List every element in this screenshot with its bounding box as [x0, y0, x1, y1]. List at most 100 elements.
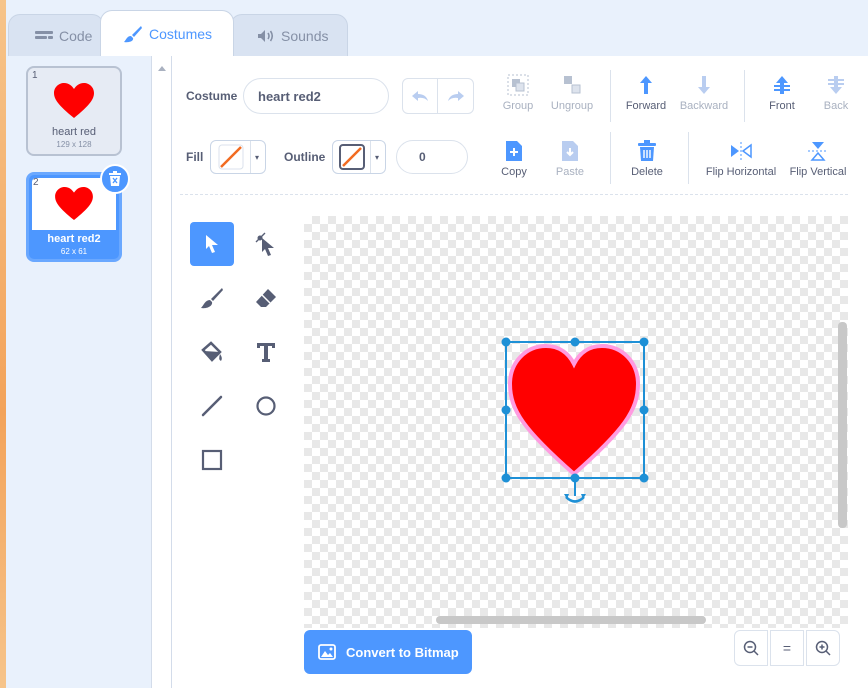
- rectangle-tool[interactable]: [190, 438, 234, 482]
- undo-redo-group: [402, 78, 474, 114]
- redo-icon: [447, 91, 464, 101]
- canvas-horizontal-scrollbar[interactable]: [436, 616, 706, 624]
- costume-name-label: Costume: [186, 89, 238, 103]
- divider: [610, 70, 611, 122]
- costume-name: heart red: [51, 126, 97, 138]
- outline-label: Outline: [284, 150, 326, 164]
- brush-tool[interactable]: [190, 276, 234, 320]
- zoom-out-icon: [743, 640, 759, 656]
- divider: [744, 70, 745, 122]
- tab-code-label: Code: [59, 27, 93, 44]
- brush-icon: [123, 24, 143, 44]
- costume-list-scrollbar[interactable]: [152, 56, 172, 688]
- rotate-handle-icon: [564, 478, 586, 503]
- forward-icon: [640, 76, 652, 94]
- canvas-content: [501, 337, 649, 503]
- selection-handle: [639, 473, 649, 483]
- costume-name-value: heart red2: [258, 88, 321, 104]
- back-button[interactable]: Back: [818, 74, 854, 112]
- forward-button[interactable]: Forward: [622, 74, 670, 112]
- chevron-down-icon: ▾: [374, 152, 379, 162]
- flip-vertical-icon: [808, 142, 828, 161]
- backward-button[interactable]: Backward: [678, 74, 730, 112]
- line-tool[interactable]: [190, 384, 234, 428]
- backward-icon: [698, 76, 710, 94]
- arrow-pointer-icon: [206, 235, 218, 253]
- trash-icon: [638, 140, 656, 161]
- back-label: Back: [823, 100, 849, 112]
- canvas-vertical-scrollbar[interactable]: [838, 322, 847, 528]
- outline-color-picker[interactable]: ▾: [332, 140, 386, 174]
- selection-handle: [570, 337, 580, 347]
- paste-button[interactable]: Paste: [550, 140, 590, 178]
- convert-to-bitmap-button[interactable]: Convert to Bitmap: [304, 630, 472, 674]
- delete-costume-button[interactable]: [100, 164, 130, 194]
- redo-button[interactable]: [438, 79, 473, 113]
- selection-handle: [501, 337, 511, 347]
- group-button[interactable]: Group: [500, 74, 536, 112]
- text-tool[interactable]: [244, 330, 288, 374]
- tab-sounds[interactable]: Sounds: [230, 14, 348, 56]
- eraser-icon: [256, 289, 276, 307]
- toolbar-divider: [180, 194, 848, 195]
- outline-width-input[interactable]: 0: [396, 140, 468, 174]
- tab-costumes[interactable]: Costumes: [100, 10, 234, 56]
- costume-size: 62 x 61: [60, 247, 88, 256]
- brush-icon: [201, 288, 223, 309]
- tab-sounds-label: Sounds: [281, 27, 329, 44]
- rectangle-icon: [201, 449, 223, 471]
- ungroup-button[interactable]: Ungroup: [548, 74, 596, 112]
- ungroup-label: Ungroup: [550, 100, 594, 112]
- fill-label: Fill: [186, 150, 204, 164]
- select-tool[interactable]: [190, 222, 234, 266]
- drawing-canvas[interactable]: [304, 216, 848, 628]
- paste-icon: [562, 141, 578, 161]
- zoom-in-button[interactable]: [806, 630, 840, 666]
- tab-code[interactable]: Code: [8, 14, 104, 56]
- flip-horizontal-label: Flip Horizontal: [705, 166, 777, 178]
- eraser-tool[interactable]: [244, 276, 288, 320]
- costume-name: heart red2: [47, 233, 101, 245]
- costume-name-input[interactable]: heart red2: [243, 78, 389, 114]
- paste-label: Paste: [555, 166, 585, 178]
- zoom-out-button[interactable]: [734, 630, 768, 666]
- copy-icon: [506, 141, 522, 161]
- copy-button[interactable]: Copy: [496, 140, 532, 178]
- outline-width-value: 0: [419, 150, 426, 164]
- reshape-icon: [255, 232, 274, 256]
- flip-horizontal-button[interactable]: Flip Horizontal: [700, 140, 782, 178]
- convert-to-bitmap-label: Convert to Bitmap: [346, 644, 459, 660]
- fill-swatch-icon: [218, 144, 243, 170]
- undo-button[interactable]: [403, 79, 439, 113]
- selection-handle: [501, 473, 511, 483]
- group-icon: [507, 74, 529, 96]
- selection-handle: [639, 405, 649, 415]
- group-label: Group: [502, 100, 534, 112]
- copy-label: Copy: [501, 166, 527, 178]
- costume-tile-1[interactable]: 1 heart red 129 x 128: [26, 66, 122, 156]
- reshape-tool[interactable]: [244, 222, 288, 266]
- fill-color-picker[interactable]: ▾: [210, 140, 266, 174]
- outline-swatch-icon: [338, 144, 365, 170]
- back-icon: [828, 76, 844, 94]
- image-icon: [318, 644, 336, 660]
- delete-label: Delete: [631, 166, 663, 178]
- trash-icon: [109, 171, 121, 186]
- front-button[interactable]: Front: [760, 74, 804, 112]
- heart-shape: [507, 343, 641, 477]
- scroll-up-icon[interactable]: [157, 64, 167, 72]
- undo-icon: [412, 91, 428, 101]
- divider: [610, 132, 611, 184]
- delete-button[interactable]: Delete: [626, 140, 668, 178]
- speaker-icon: [257, 29, 275, 43]
- line-icon: [201, 395, 223, 417]
- backward-label: Backward: [679, 100, 729, 112]
- zoom-reset-button[interactable]: =: [770, 630, 804, 666]
- heart-icon: [54, 83, 94, 118]
- circle-tool[interactable]: [244, 384, 288, 428]
- flip-vertical-button[interactable]: Flip Vertical: [786, 140, 850, 178]
- fill-tool[interactable]: [190, 330, 234, 374]
- zoom-in-icon: [815, 640, 831, 656]
- front-icon: [774, 76, 790, 94]
- paint-bucket-icon: [201, 341, 222, 362]
